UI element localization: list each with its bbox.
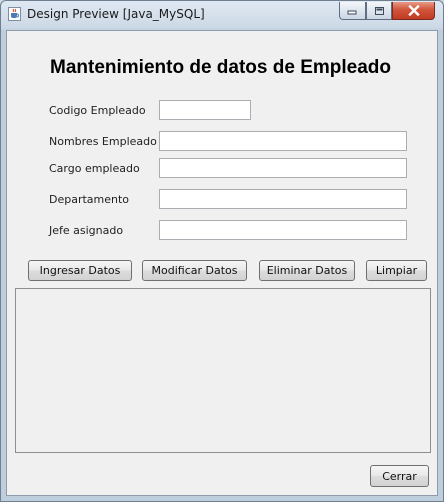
departamento-input[interactable] <box>159 189 407 209</box>
application-window: Design Preview [Java_MySQL] Mantenimient… <box>0 0 444 502</box>
maximize-button[interactable] <box>366 2 392 20</box>
jefe-asignado-label: Jefe asignado <box>49 224 124 237</box>
cerrar-button[interactable]: Cerrar <box>370 465 429 487</box>
title-bar[interactable]: Design Preview [Java_MySQL] <box>1 1 443 29</box>
content-panel: Mantenimiento de datos de Empleado Codig… <box>6 30 438 496</box>
limpiar-button[interactable]: Limpiar <box>366 260 427 281</box>
cargo-empleado-label: Cargo empleado <box>49 162 140 175</box>
eliminar-datos-button[interactable]: Eliminar Datos <box>259 260 355 281</box>
jefe-asignado-input[interactable] <box>159 220 407 240</box>
nombres-empleado-input[interactable] <box>159 131 407 151</box>
minimize-button[interactable] <box>339 2 366 20</box>
ingresar-datos-button[interactable]: Ingresar Datos <box>28 260 132 281</box>
codigo-empleado-input[interactable] <box>159 100 251 120</box>
minimize-icon <box>347 10 357 15</box>
nombres-empleado-label: Nombres Empleado <box>49 135 157 148</box>
departamento-label: Departamento <box>49 193 130 206</box>
java-coffee-icon[interactable] <box>8 7 21 21</box>
close-icon <box>407 5 420 16</box>
close-button[interactable] <box>392 2 435 20</box>
form-heading: Mantenimiento de datos de Empleado <box>50 57 391 78</box>
codigo-empleado-label: Codigo Empleado <box>49 104 146 117</box>
cargo-empleado-input[interactable] <box>159 158 407 178</box>
results-table-area[interactable] <box>15 288 431 453</box>
modificar-datos-button[interactable]: Modificar Datos <box>142 260 247 281</box>
maximize-icon <box>374 6 384 15</box>
window-title: Design Preview [Java_MySQL] <box>27 7 205 21</box>
